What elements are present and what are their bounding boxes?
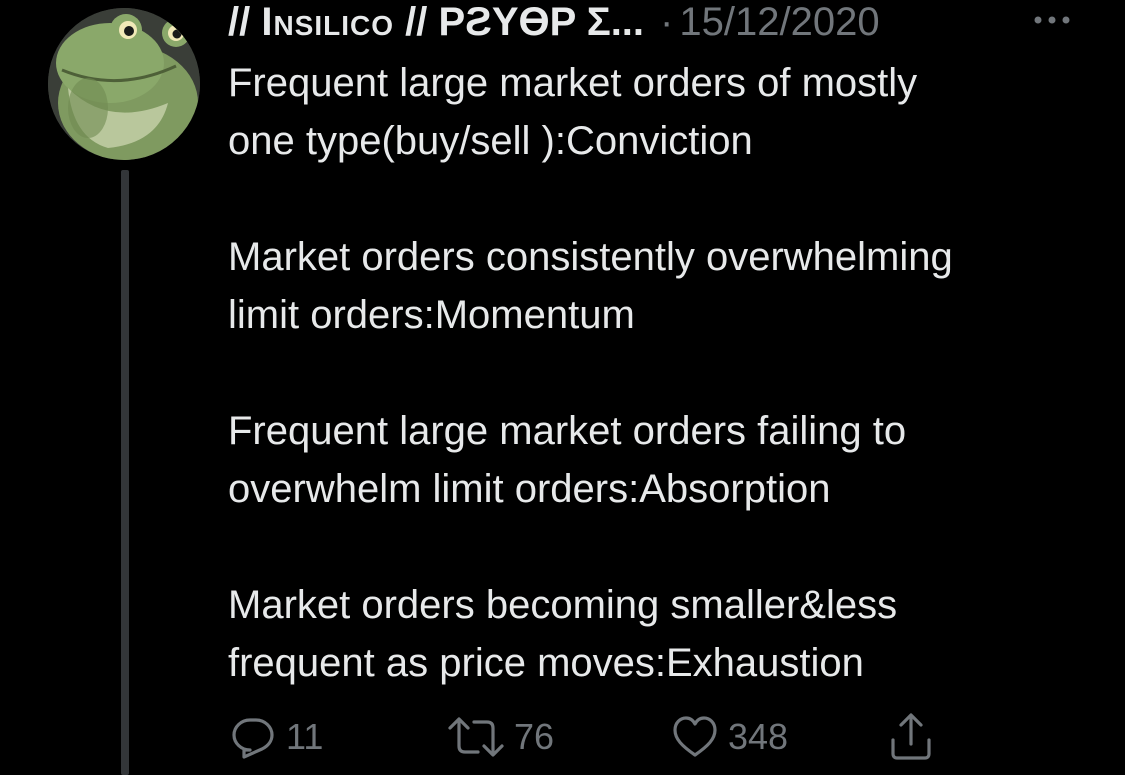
display-name-main: Insilico [261,0,395,44]
tweet-paragraph: Market orders becoming smaller&less freq… [228,576,1108,692]
more-horizontal-icon [1034,16,1070,24]
tweet: // Insilico // PƧYӨP Σ... · 15/12/2020 F… [0,0,1125,775]
display-name[interactable]: // Insilico // PƧYӨP Σ... [228,0,644,45]
tweet-line: overwhelm limit orders:Absorption [228,467,831,511]
display-name-suffix: // PƧYӨP Σ... [394,0,645,44]
reply-icon [232,718,274,759]
reply-count: 11 [286,716,324,757]
tweet-line: one type(buy/sell ):Conviction [228,119,753,163]
like-button[interactable]: 348 [670,712,788,762]
retweet-count: 76 [514,716,555,757]
tweet-line: Market orders consistently overwhelming [228,235,953,279]
tweet-line: Frequent large market orders failing to [228,409,907,453]
more-options-button[interactable] [1030,4,1074,36]
tweet-paragraph: Market orders consistently overwhelming … [228,228,1108,344]
tweet-text: Frequent large market orders of mostly o… [228,54,1108,692]
tweet-paragraph: Frequent large market orders of mostly o… [228,54,1108,170]
tweet-actions: 11 76 348 [228,712,988,762]
share-button[interactable] [886,712,936,762]
retweet-button[interactable]: 76 [446,712,554,762]
tweet-line: Market orders becoming smaller&less [228,583,898,627]
like-count: 348 [728,716,789,757]
thread-line [121,170,129,775]
tweet-line: Frequent large market orders of mostly [228,61,918,105]
timestamp[interactable]: 15/12/2020 [679,0,879,45]
tweet-header: // Insilico // PƧYӨP Σ... · 15/12/2020 [228,0,1098,44]
header-separator: · [660,0,674,44]
tweet-line: frequent as price moves:Exhaustion [228,641,864,685]
heart-icon [673,716,717,757]
reply-button[interactable]: 11 [228,712,323,762]
tweet-paragraph: Frequent large market orders failing to … [228,402,1108,518]
avatar[interactable] [48,8,200,160]
share-icon [891,713,931,760]
frog-avatar-image [48,8,200,160]
tweet-line: limit orders:Momentum [228,293,635,337]
display-name-prefix: // [228,0,262,44]
retweet-icon [448,717,504,757]
